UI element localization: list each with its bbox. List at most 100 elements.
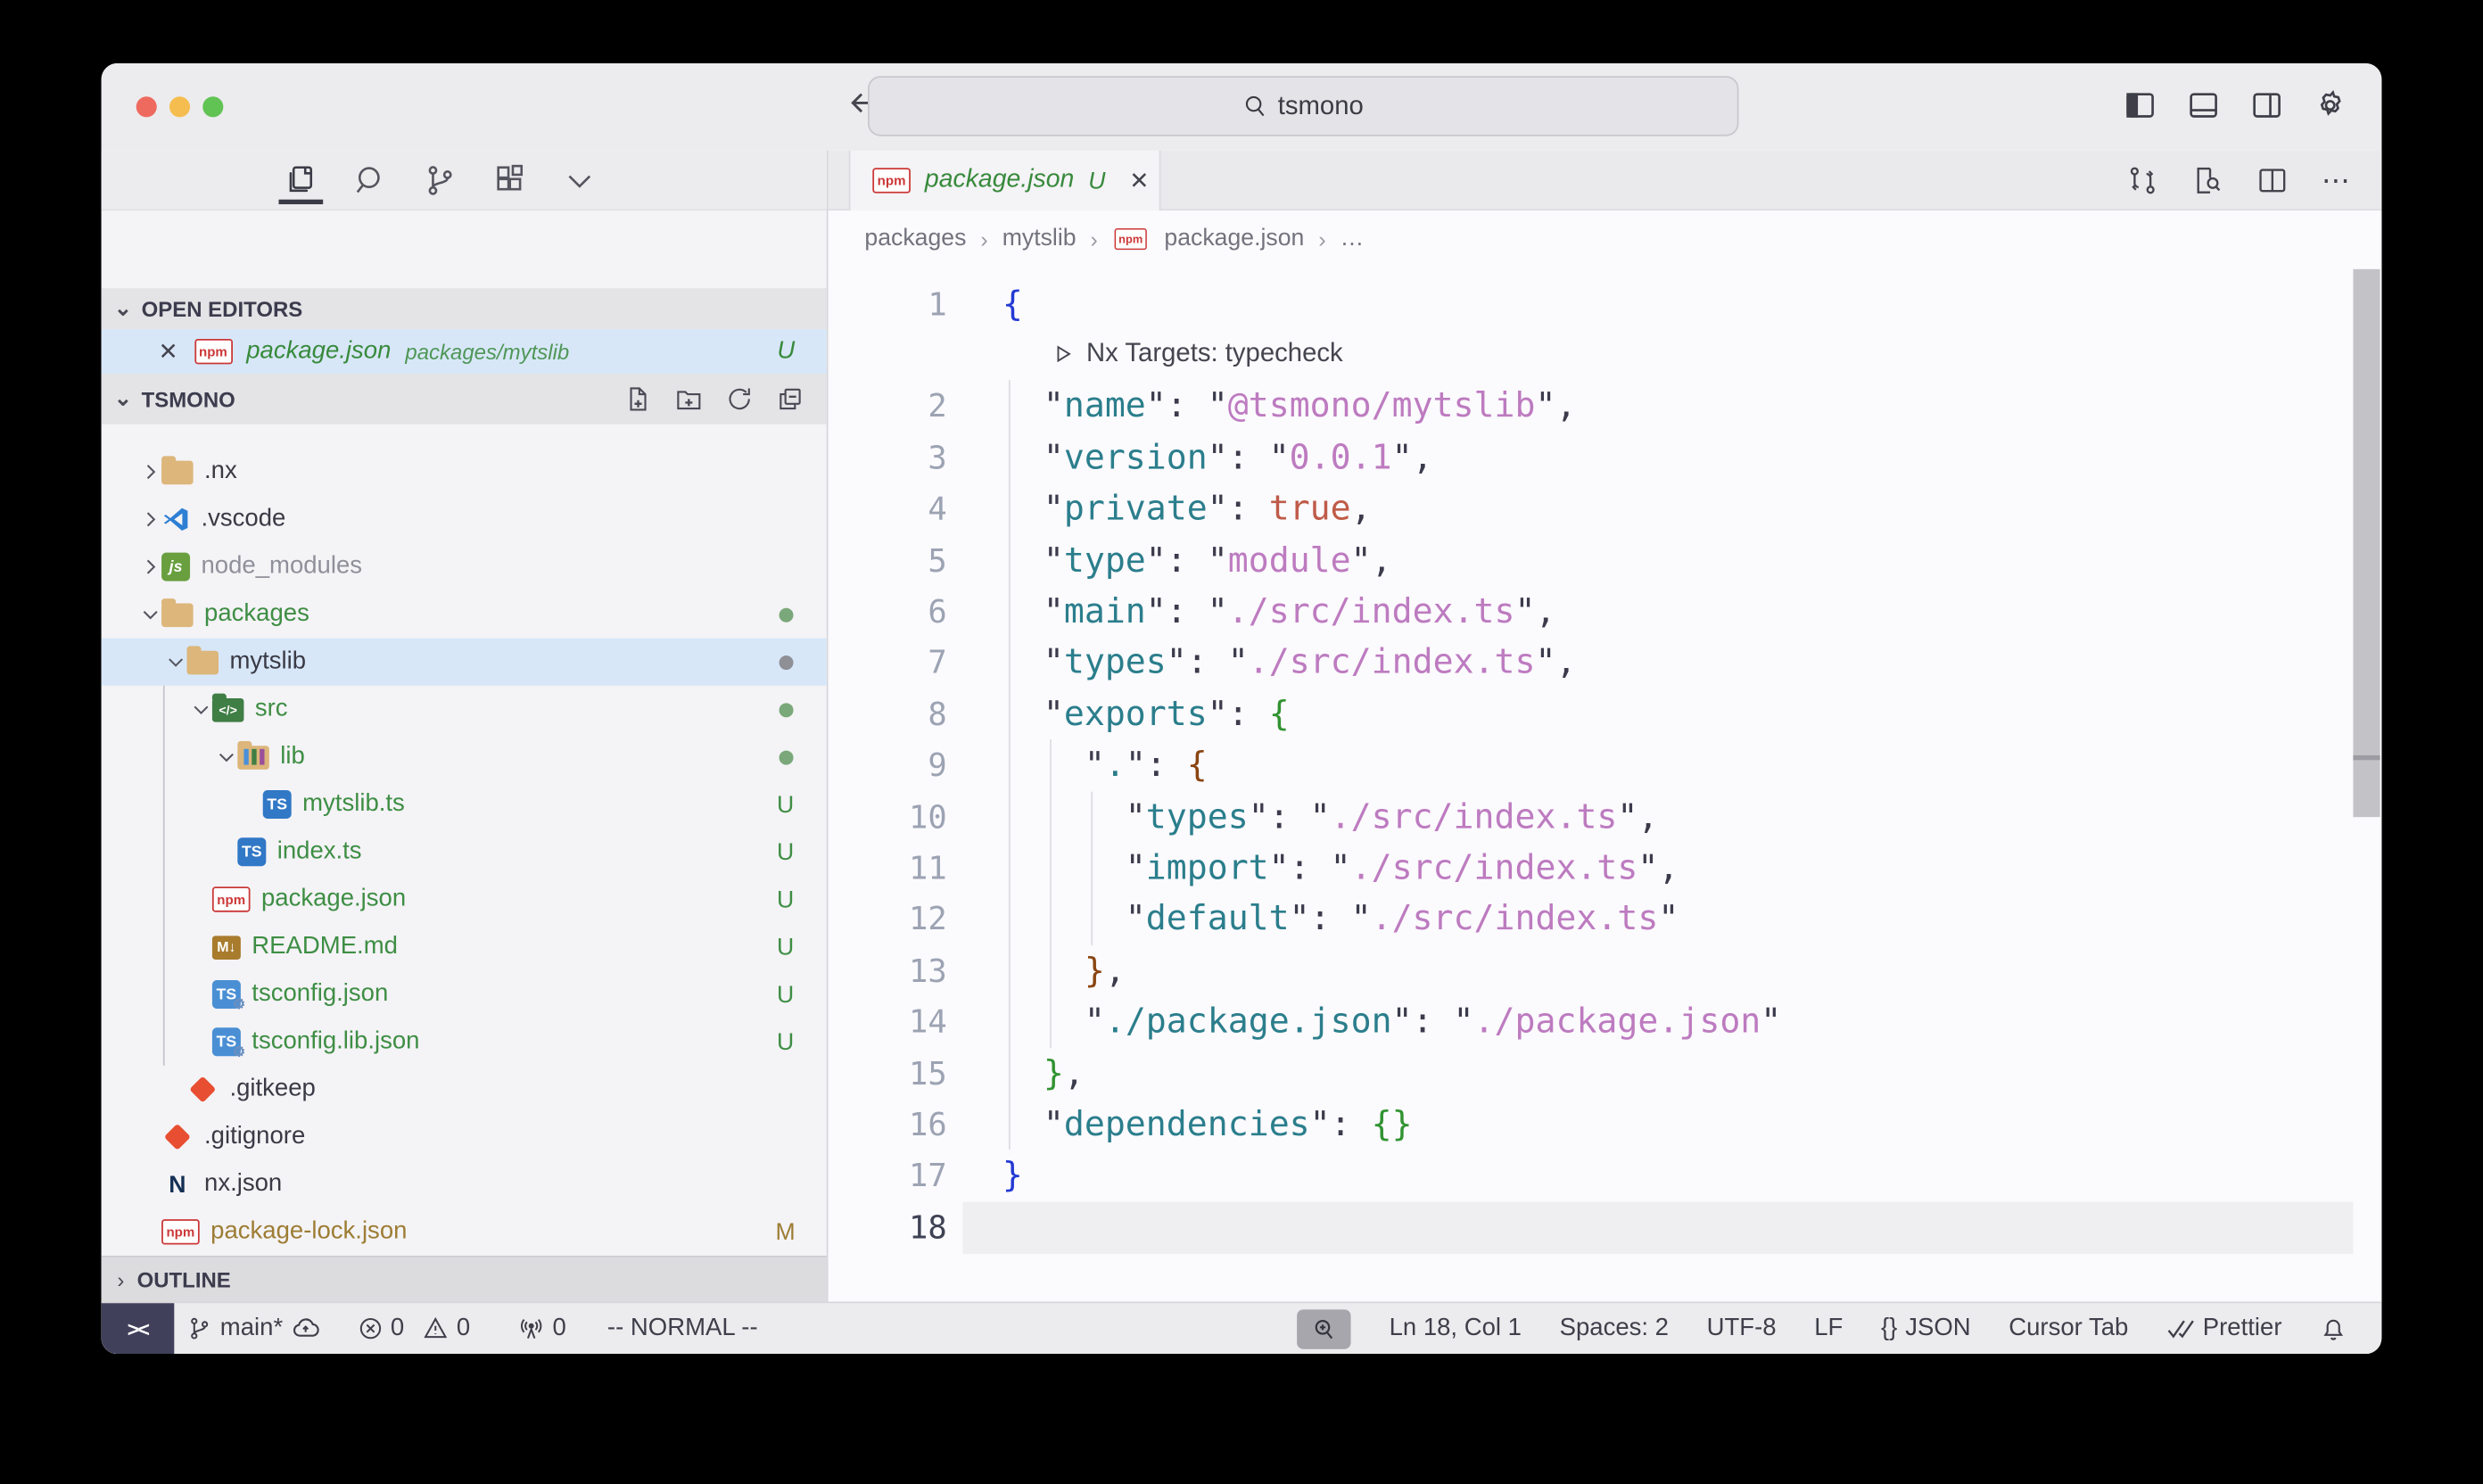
breadcrumb-separator-icon: › [980, 226, 987, 251]
toggle-secondary-sidebar-icon[interactable] [2250, 88, 2283, 121]
section-outline[interactable]: ›OUTLINE [102, 1257, 827, 1302]
tree-item-packages[interactable]: packages [102, 590, 827, 638]
git-status-badge: U [772, 981, 797, 1008]
eol-status[interactable]: LF [1814, 1315, 1843, 1343]
codelens-nx-targets[interactable]: Nx Targets: typecheck [1053, 330, 1343, 377]
tree-item-.gitignore[interactable]: .gitignore [102, 1113, 827, 1160]
line-number: 18 [829, 1201, 947, 1254]
tree-item-.vscode[interactable]: .vscode [102, 496, 827, 543]
close-tab-icon[interactable]: ✕ [1129, 166, 1149, 194]
chevron-down-icon[interactable] [215, 746, 237, 768]
tree-item-index.ts[interactable]: TSindex.tsU [102, 829, 827, 876]
tree-item-tsconfig.json[interactable]: TS⚙tsconfig.jsonU [102, 970, 827, 1018]
explorer-tab-icon[interactable] [282, 156, 320, 203]
minimize-window-button[interactable] [169, 96, 190, 117]
language-mode-status[interactable]: {}JSON [1881, 1315, 1971, 1343]
open-changes-icon[interactable] [2127, 165, 2159, 197]
cursor-position-status[interactable]: Ln 18, Col 1 [1390, 1315, 1522, 1343]
breadcrumb-item-mytslib[interactable]: mytslib [1002, 225, 1077, 251]
tree-item-mytslib.ts[interactable]: TSmytslib.tsU [102, 780, 827, 828]
branch-status[interactable]: main* [187, 1315, 320, 1343]
cursor-tab-status[interactable]: Cursor Tab [2009, 1315, 2128, 1343]
breadcrumb-item-[interactable]: … [1340, 225, 1365, 251]
tree-item-mytslib[interactable]: mytslib [102, 639, 827, 686]
line-number: 15 [829, 1048, 947, 1101]
tree-item-label: lib [280, 743, 305, 771]
npm-file-icon: npm [1115, 227, 1147, 249]
screen-zoom-indicator[interactable] [1298, 1308, 1351, 1348]
line-number: 7 [829, 637, 947, 689]
formatter-status[interactable]: Prettier [2166, 1315, 2282, 1343]
new-folder-icon[interactable] [674, 384, 703, 413]
tree-item-src[interactable]: </>src [102, 686, 827, 733]
folder-icon [187, 650, 219, 674]
zoom-window-button[interactable] [202, 96, 223, 117]
command-center-search[interactable]: tsmono [868, 76, 1739, 136]
chevron-right-icon[interactable] [139, 556, 161, 578]
search-tab-icon[interactable] [351, 156, 390, 203]
toggle-panel-icon[interactable] [2187, 88, 2220, 121]
split-editor-icon[interactable] [2256, 165, 2289, 197]
git-status-badge: M [772, 1218, 797, 1245]
workspace-header[interactable]: ⌄ TSMONO [102, 374, 827, 425]
editor-scrollbar[interactable] [2353, 269, 2380, 817]
chevron-right-icon[interactable] [139, 508, 161, 531]
breadcrumb-item-package.json[interactable]: package.json [1164, 225, 1304, 251]
nx-file-icon: N [161, 1171, 194, 1198]
open-editors-header[interactable]: ⌄ OPEN EDITORS [102, 288, 827, 329]
tree-item-readme.md[interactable]: M↓README.mdU [102, 923, 827, 970]
chevron-down-icon[interactable] [190, 698, 212, 721]
tree-item-tsconfig.lib.json[interactable]: TS⚙tsconfig.lib.jsonU [102, 1018, 827, 1066]
tree-item-node-modules[interactable]: jsnode_modules [102, 543, 827, 590]
ports-status[interactable]: 0 [517, 1315, 565, 1343]
tab-package-json[interactable]: npm package.json U ✕ [849, 151, 1161, 210]
close-window-button[interactable] [136, 96, 157, 117]
indentation-status[interactable]: Spaces: 2 [1560, 1315, 1669, 1343]
vim-mode-indicator[interactable]: -- NORMAL -- [607, 1315, 758, 1343]
code-line-17: } [1002, 1150, 1023, 1203]
open-editor-path: packages/mytslib [405, 340, 569, 364]
chevron-down-icon[interactable] [165, 651, 187, 673]
chevron-right-icon[interactable] [139, 461, 161, 483]
settings-gear-icon[interactable] [2314, 88, 2347, 121]
tree-item-.nx[interactable]: .nx [102, 448, 827, 495]
line-number: 17 [829, 1150, 947, 1203]
line-number: 5 [829, 534, 947, 587]
screen: tsmono ⌄ OPEN EDITO [0, 0, 2483, 1484]
branch-name: main* [220, 1315, 283, 1343]
new-file-icon[interactable] [624, 384, 653, 413]
breadcrumb: packages›mytslib›npmpackage.json›… [829, 210, 2382, 266]
tree-item-label: mytslib.ts [302, 790, 405, 819]
chevron-down-icon[interactable] [139, 603, 161, 625]
tree-item-.gitkeep[interactable]: .gitkeep [102, 1066, 827, 1113]
more-views-chevron-icon[interactable] [561, 156, 599, 203]
npm-file-icon: npm [194, 339, 233, 364]
notifications-bell-icon[interactable] [2320, 1315, 2347, 1342]
current-line-highlight [963, 1201, 2354, 1254]
traffic-lights [136, 96, 224, 117]
toggle-primary-sidebar-icon[interactable] [2124, 88, 2157, 121]
line-number: 11 [829, 843, 947, 895]
source-control-tab-icon[interactable] [421, 156, 459, 203]
breadcrumb-item-packages[interactable]: packages [864, 225, 966, 251]
line-number: 10 [829, 791, 947, 844]
tree-item-nx.json[interactable]: Nnx.json [102, 1160, 827, 1208]
tree-item-package-lock.json[interactable]: npmpackage-lock.jsonM [102, 1208, 827, 1256]
npm-file-icon: npm [212, 886, 251, 911]
encoding-status[interactable]: UTF-8 [1707, 1315, 1777, 1343]
refresh-icon[interactable] [725, 384, 754, 413]
code-editor[interactable]: 1{2 "name": "@tsmono/mytslib",3 "version… [829, 266, 2382, 1303]
extensions-tab-icon[interactable] [491, 156, 529, 203]
folder-icon [161, 603, 194, 627]
collapse-all-icon[interactable] [776, 384, 804, 413]
git-status-badge: U [772, 886, 797, 912]
open-editor-item[interactable]: ✕ npm package.json packages/mytslib U [102, 329, 827, 374]
warning-count: 0 [457, 1315, 470, 1343]
search-editor-icon[interactable] [2191, 165, 2223, 197]
close-editor-icon[interactable]: ✕ [159, 337, 178, 366]
more-actions-icon[interactable]: ⋯ [2322, 164, 2354, 197]
problems-status[interactable]: 0 0 [358, 1315, 471, 1343]
tree-item-lib[interactable]: lib [102, 733, 827, 780]
tree-item-package.json[interactable]: npmpackage.jsonU [102, 876, 827, 923]
remote-indicator[interactable]: >< [102, 1303, 175, 1354]
